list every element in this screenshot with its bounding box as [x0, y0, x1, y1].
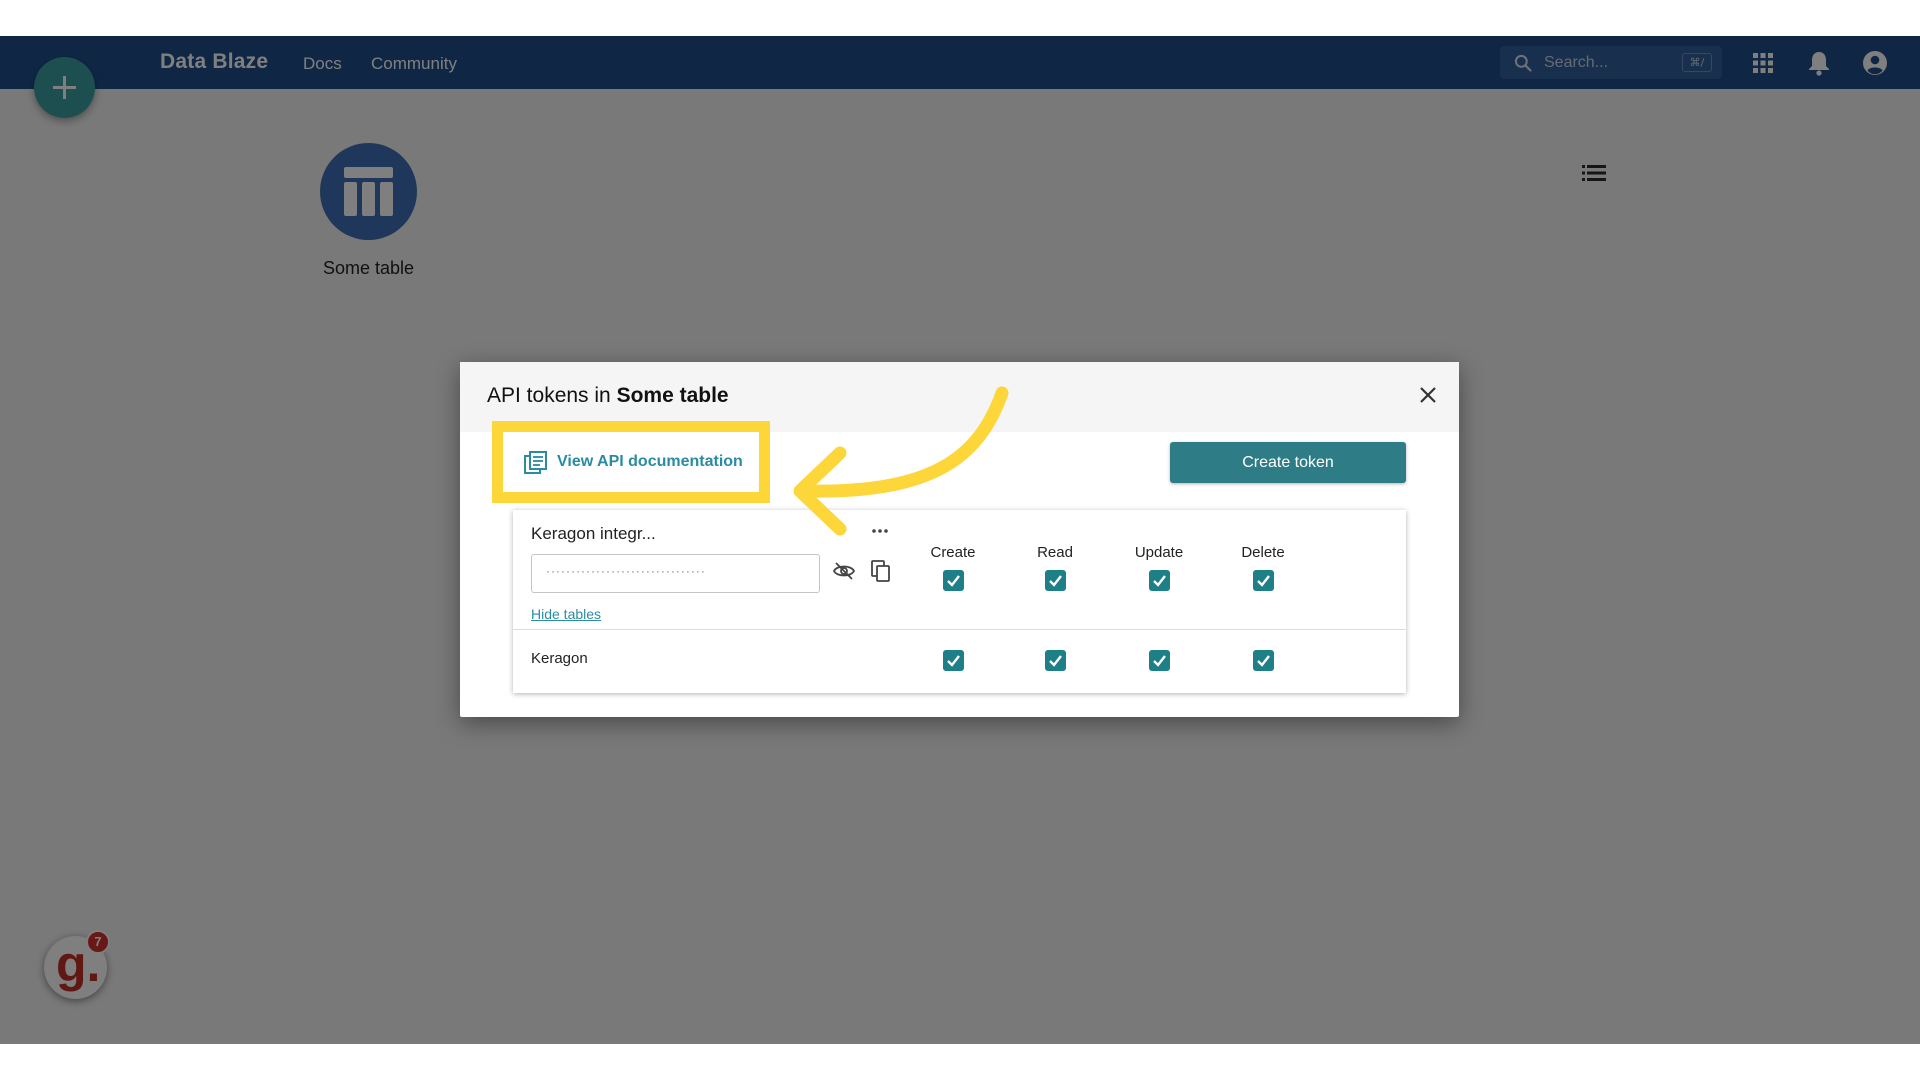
- dialog-title-prefix: API tokens in: [487, 384, 617, 407]
- screenshot-frame: Data Blaze Docs Community Search... ⌘/: [0, 0, 1920, 1080]
- app-viewport: Data Blaze Docs Community Search... ⌘/: [0, 36, 1920, 1044]
- documentation-icon: [524, 451, 548, 480]
- permission-header-update: Update: [1114, 544, 1204, 561]
- checkmark-icon: [1255, 572, 1272, 589]
- checkmark-icon: [945, 572, 962, 589]
- checkmark-icon: [1047, 652, 1064, 669]
- table-row-divider: [513, 629, 1406, 630]
- token-read-checkbox[interactable]: [1045, 570, 1066, 591]
- table-create-checkbox[interactable]: [943, 650, 964, 671]
- dialog-title: API tokens in Some table: [487, 384, 729, 408]
- dialog-title-table: Some table: [617, 384, 729, 407]
- annotation-arrow: [778, 381, 1018, 561]
- checkmark-icon: [1151, 572, 1168, 589]
- permission-header-read: Read: [1010, 544, 1100, 561]
- token-value-field[interactable]: ································: [531, 554, 820, 593]
- token-update-checkbox[interactable]: [1149, 570, 1170, 591]
- table-permission-row-label: Keragon: [531, 650, 588, 667]
- close-icon[interactable]: [1419, 386, 1437, 409]
- token-name: Keragon integr...: [531, 524, 656, 544]
- table-delete-checkbox[interactable]: [1253, 650, 1274, 671]
- highlight-frame: View API documentation: [492, 421, 770, 503]
- token-create-checkbox[interactable]: [943, 570, 964, 591]
- checkmark-icon: [1151, 652, 1168, 669]
- copy-icon[interactable]: [871, 560, 891, 587]
- visibility-off-icon[interactable]: [833, 562, 855, 585]
- checkmark-icon: [945, 652, 962, 669]
- table-update-checkbox[interactable]: [1149, 650, 1170, 671]
- checkmark-icon: [1047, 572, 1064, 589]
- create-token-button[interactable]: Create token: [1170, 442, 1406, 483]
- checkmark-icon: [1255, 652, 1272, 669]
- view-api-docs-label: View API documentation: [557, 453, 743, 471]
- permission-header-delete: Delete: [1218, 544, 1308, 561]
- table-read-checkbox[interactable]: [1045, 650, 1066, 671]
- hide-tables-link[interactable]: Hide tables: [531, 606, 601, 622]
- token-delete-checkbox[interactable]: [1253, 570, 1274, 591]
- view-api-docs-button[interactable]: View API documentation: [503, 432, 759, 492]
